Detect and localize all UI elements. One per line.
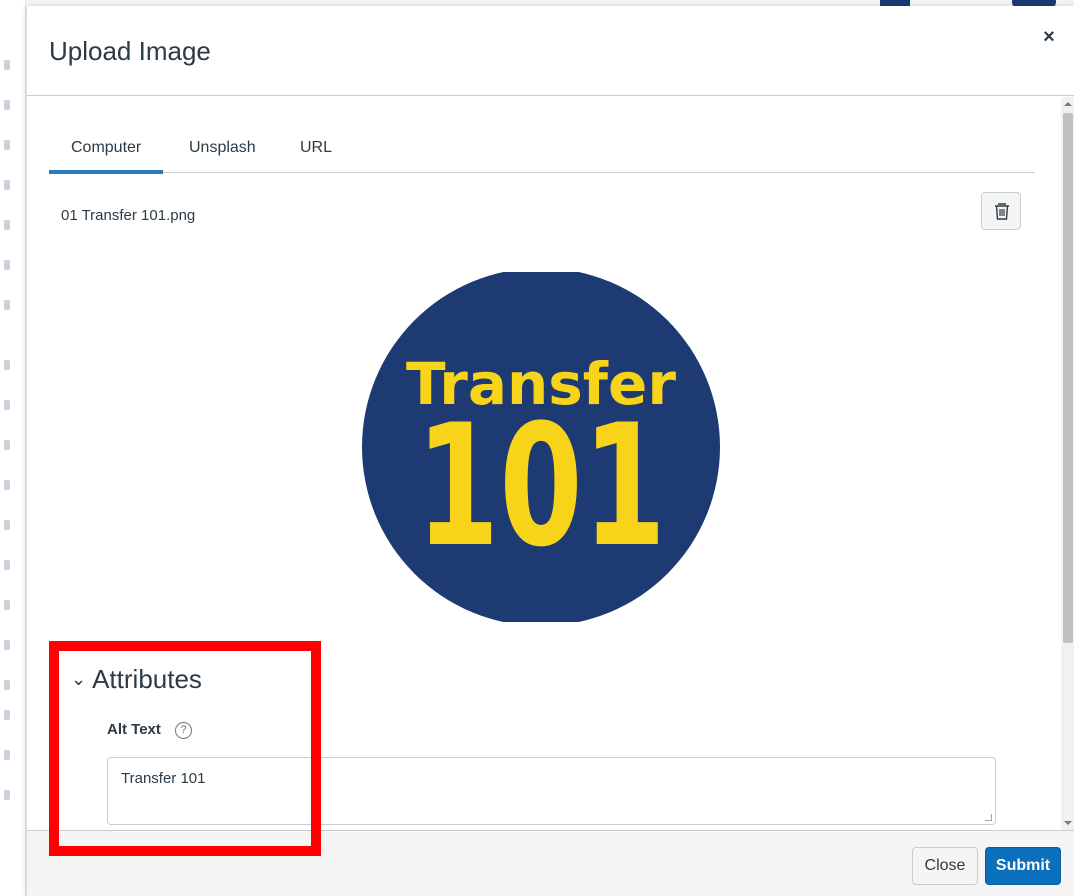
attributes-toggle[interactable]: ⌄ Attributes	[71, 664, 202, 695]
scroll-down-arrow-icon[interactable]	[1064, 821, 1072, 825]
modal-scrollbar[interactable]	[1061, 97, 1074, 830]
scroll-thumb[interactable]	[1063, 113, 1073, 643]
file-name: 01 Transfer 101.png	[61, 207, 196, 224]
modal-header: Upload Image ×	[27, 6, 1074, 96]
resize-handle[interactable]	[985, 814, 992, 821]
background-mark	[4, 560, 10, 570]
close-button[interactable]: Close	[912, 847, 978, 885]
image-preview: Transfer 101	[362, 272, 720, 622]
background-mark	[4, 100, 10, 110]
background-mark	[4, 140, 10, 150]
trash-icon	[995, 203, 1009, 220]
background-mark	[4, 300, 10, 310]
background-mark	[4, 360, 10, 370]
background-mark	[4, 480, 10, 490]
background-mark	[4, 790, 10, 800]
alt-text-value: Transfer 101	[121, 770, 206, 787]
tab-unsplash[interactable]: Unsplash	[189, 139, 256, 171]
background-mark	[4, 400, 10, 410]
chevron-down-icon: ⌄	[71, 669, 87, 689]
source-tabs: Computer Unsplash URL	[48, 125, 1035, 174]
background-mark	[4, 60, 10, 70]
alt-text-label: Alt Text	[107, 721, 161, 738]
submit-button[interactable]: Submit	[985, 847, 1061, 885]
background-mark	[4, 440, 10, 450]
attributes-heading-label: Attributes	[92, 664, 202, 694]
upload-image-modal: Upload Image × Computer Unsplash URL 01 …	[26, 6, 1074, 896]
tab-computer[interactable]: Computer	[48, 139, 164, 174]
background-mark	[4, 520, 10, 530]
background-mark	[4, 680, 10, 690]
scroll-up-arrow-icon[interactable]	[1064, 102, 1072, 106]
modal-body: Computer Unsplash URL 01 Transfer 101.pn…	[27, 97, 1061, 830]
background-page-sidebar	[0, 0, 26, 896]
background-mark	[4, 180, 10, 190]
delete-file-button[interactable]	[981, 192, 1021, 230]
background-mark	[4, 260, 10, 270]
background-mark	[4, 640, 10, 650]
background-mark	[4, 600, 10, 610]
background-mark	[4, 710, 10, 720]
modal-title: Upload Image	[49, 36, 211, 66]
modal-footer: Close Submit	[27, 830, 1074, 896]
close-icon[interactable]: ×	[1038, 26, 1060, 48]
tab-url[interactable]: URL	[300, 139, 332, 171]
preview-text-101: 101	[416, 388, 666, 584]
background-mark	[4, 750, 10, 760]
alt-text-field[interactable]: Transfer 101	[107, 757, 996, 825]
help-icon[interactable]: ?	[175, 722, 192, 739]
background-mark	[4, 220, 10, 230]
